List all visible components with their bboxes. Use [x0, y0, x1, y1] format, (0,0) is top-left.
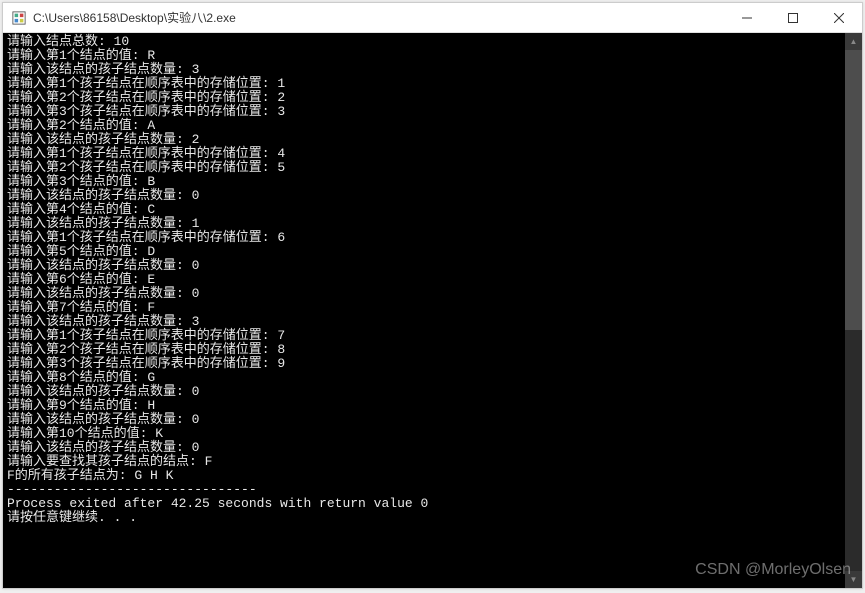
minimize-button[interactable]	[724, 3, 770, 32]
maximize-button[interactable]	[770, 3, 816, 32]
scrollbar-thumb[interactable]	[845, 50, 862, 330]
maximize-icon	[788, 13, 798, 23]
window-controls	[724, 3, 862, 32]
titlebar: C:\Users\86158\Desktop\实验八\2.exe	[3, 3, 862, 33]
close-icon	[834, 13, 844, 23]
scrollbar-down-arrow[interactable]: ▼	[845, 571, 862, 588]
console-area: 请输入结点总数: 10 请输入第1个结点的值: R 请输入该结点的孩子结点数量:…	[3, 33, 862, 588]
app-icon	[11, 10, 27, 26]
vertical-scrollbar[interactable]: ▲ ▼	[845, 33, 862, 588]
window-title: C:\Users\86158\Desktop\实验八\2.exe	[33, 9, 724, 26]
minimize-icon	[742, 13, 752, 23]
application-window: C:\Users\86158\Desktop\实验八\2.exe 请输入结点总数	[2, 2, 863, 589]
close-button[interactable]	[816, 3, 862, 32]
console-output[interactable]: 请输入结点总数: 10 请输入第1个结点的值: R 请输入该结点的孩子结点数量:…	[3, 33, 862, 588]
scrollbar-up-arrow[interactable]: ▲	[845, 33, 862, 50]
